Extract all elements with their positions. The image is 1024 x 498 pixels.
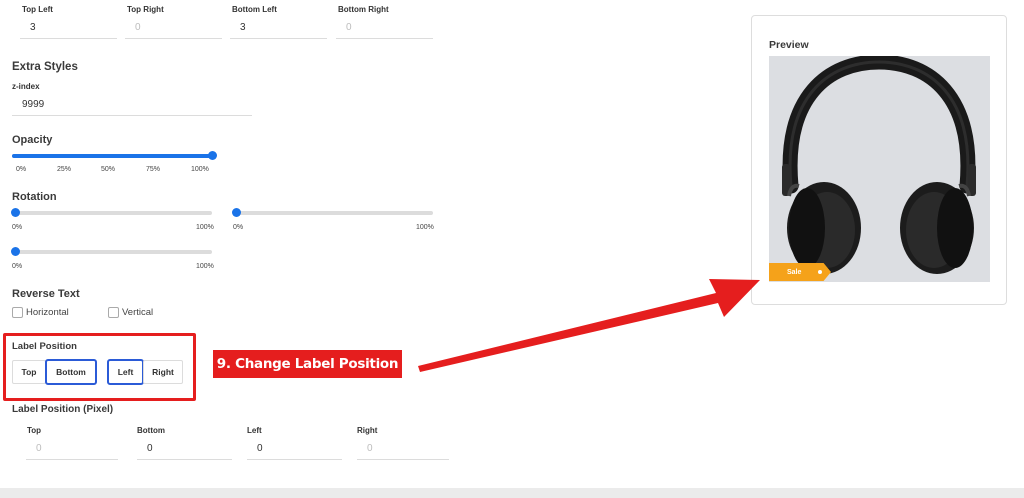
label-position-right-button[interactable]: Right — [143, 360, 183, 384]
rotation-slider[interactable] — [233, 211, 433, 215]
vertical-checkbox[interactable] — [108, 307, 119, 318]
rotation-max-label: 100% — [196, 263, 214, 270]
rotation-min-label: 0% — [233, 224, 244, 231]
opacity-slider-fill — [12, 154, 212, 158]
pixel-left-label: Left — [247, 426, 262, 435]
top-right-label: Top Right — [127, 5, 164, 14]
bottom-left-label: Bottom Left — [232, 5, 277, 14]
reverse-text-title: Reverse Text — [12, 288, 80, 300]
pixel-top-label: Top — [27, 426, 42, 435]
rotation-title: Rotation — [12, 191, 57, 203]
rotation-slider-handle[interactable] — [232, 208, 241, 217]
sale-badge-dot — [818, 270, 822, 274]
top-left-input[interactable]: 3 — [20, 17, 117, 39]
opacity-tick: 25% — [57, 166, 72, 173]
rotation-slider[interactable] — [12, 211, 212, 215]
vertical-label: Vertical — [122, 307, 154, 318]
preview-title: Preview — [769, 39, 809, 51]
label-position-left-button[interactable]: Left — [107, 359, 144, 385]
label-position-bottom-button[interactable]: Bottom — [45, 359, 97, 385]
pixel-bottom-label: Bottom — [137, 426, 165, 435]
rotation-max-label: 100% — [196, 224, 214, 231]
opacity-tick: 50% — [101, 166, 116, 173]
opacity-tick: 0% — [16, 166, 27, 173]
pixel-top-input[interactable]: 0 — [26, 438, 118, 460]
opacity-tick: 100% — [191, 166, 209, 173]
horizontal-checkbox[interactable] — [12, 307, 23, 318]
rotation-slider[interactable] — [12, 250, 212, 254]
opacity-title: Opacity — [12, 134, 53, 146]
bottom-right-label: Bottom Right — [338, 5, 389, 14]
label-position-top-button[interactable]: Top — [12, 360, 46, 384]
horizontal-label: Horizontal — [26, 307, 69, 318]
rotation-max-label: 100% — [416, 224, 434, 231]
opacity-tick: 75% — [146, 166, 161, 173]
pixel-left-input[interactable]: 0 — [247, 438, 342, 460]
settings-panel: Top Left Top Right Bottom Left Bottom Ri… — [0, 0, 1024, 488]
label-position-pixel-title: Label Position (Pixel) — [12, 404, 114, 415]
opacity-slider[interactable] — [12, 154, 212, 158]
rotation-slider-handle[interactable] — [11, 208, 20, 217]
rotation-min-label: 0% — [12, 224, 23, 231]
zindex-label: z-index — [12, 82, 40, 91]
extra-styles-title: Extra Styles — [12, 61, 78, 73]
bottom-left-input[interactable]: 3 — [230, 17, 327, 39]
pixel-right-input[interactable]: 0 — [357, 438, 449, 460]
rotation-min-label: 0% — [12, 263, 23, 270]
pixel-right-label: Right — [357, 426, 378, 435]
top-left-label: Top Left — [22, 5, 53, 14]
bottom-right-input[interactable]: 0 — [336, 17, 433, 39]
pixel-bottom-input[interactable]: 0 — [137, 438, 232, 460]
label-position-title: Label Position — [12, 341, 77, 352]
top-right-input[interactable]: 0 — [125, 17, 222, 39]
rotation-slider-handle[interactable] — [11, 247, 20, 256]
opacity-slider-handle[interactable] — [208, 151, 217, 160]
annotation-arrow — [418, 279, 760, 372]
annotation-callout: 9. Change Label Position — [213, 350, 402, 378]
zindex-input[interactable]: 9999 — [12, 94, 252, 116]
headphones-icon — [782, 56, 976, 274]
